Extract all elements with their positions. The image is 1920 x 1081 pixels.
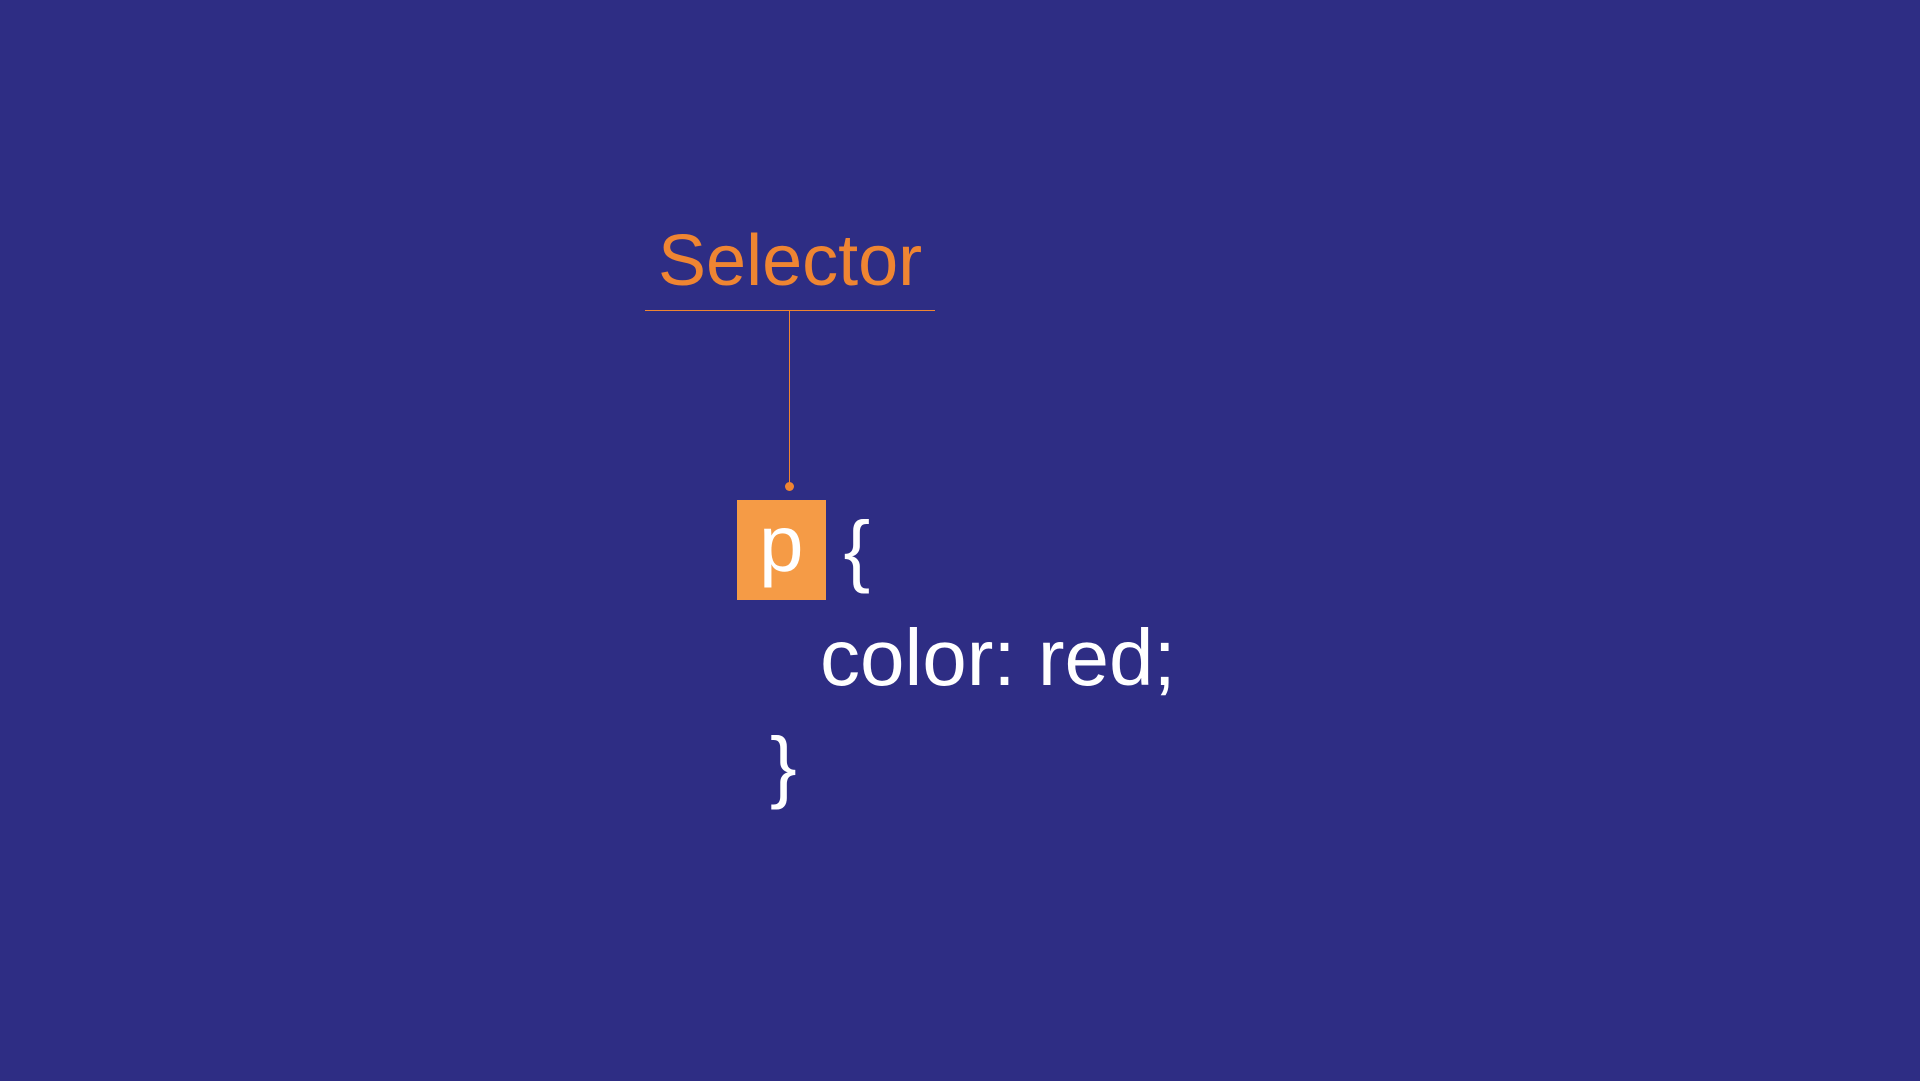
brace-open: { [844, 504, 871, 596]
connector-line [789, 310, 790, 485]
label-underline [645, 310, 935, 311]
code-line-brace-close: } [770, 720, 797, 812]
code-line-declaration: color: red; [820, 612, 1176, 704]
code-line-selector: p { [737, 500, 870, 600]
selector-highlight: p [737, 500, 826, 600]
selector-label: Selector [658, 220, 922, 302]
connector-dot [785, 482, 794, 491]
